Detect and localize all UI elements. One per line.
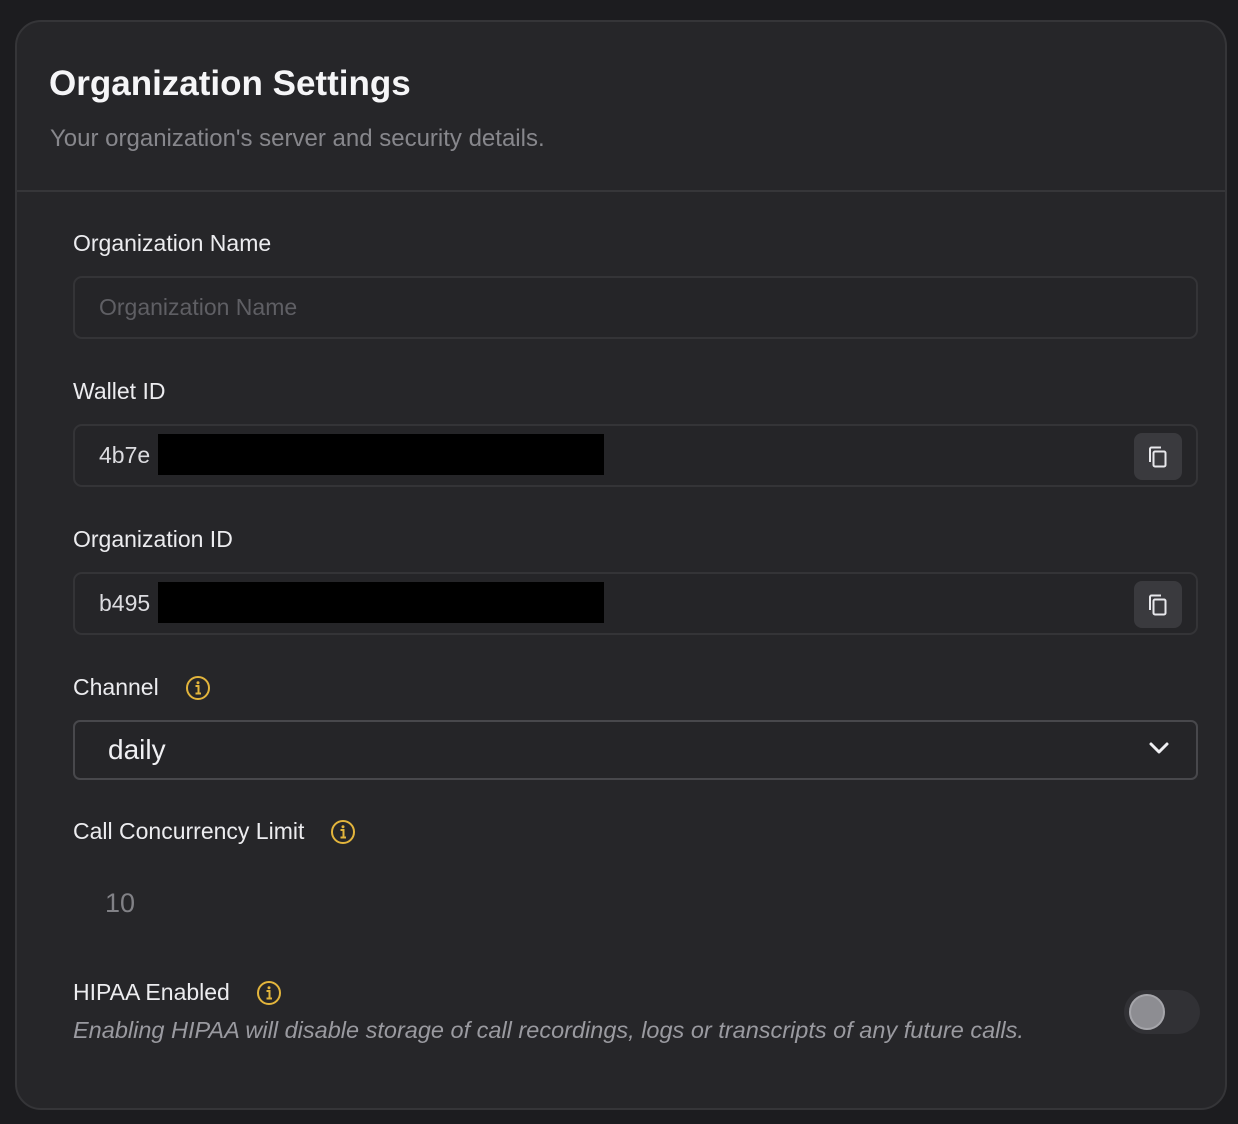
call-concurrency-limit-input[interactable]: [105, 888, 305, 919]
wallet-id-value: 4b7e: [99, 442, 151, 468]
page-subtitle: Your organization's server and security …: [50, 125, 545, 152]
copy-icon: [1149, 446, 1167, 467]
copy-wallet-id-button[interactable]: [1134, 433, 1182, 480]
organization-name-field[interactable]: [73, 276, 1198, 339]
organization-id-field: b495: [73, 572, 1198, 635]
organization-name-label-text: Organization Name: [73, 230, 272, 256]
copy-icon: [1149, 594, 1167, 615]
channel-label: Channel: [73, 674, 211, 701]
chevron-down-icon: [1149, 742, 1169, 754]
organization-settings-card: Organization Settings Your organization'…: [15, 20, 1227, 1110]
card-header: Organization Settings Your organization'…: [17, 22, 1225, 192]
wallet-id-label-text: Wallet ID: [73, 378, 166, 404]
info-icon[interactable]: [330, 819, 356, 845]
call-concurrency-limit-label-text: Call Concurrency Limit: [73, 818, 305, 844]
organization-id-redaction: [158, 582, 604, 623]
call-concurrency-limit-label: Call Concurrency Limit: [73, 818, 356, 845]
wallet-id-label: Wallet ID: [73, 378, 165, 405]
organization-id-label-text: Organization ID: [73, 526, 233, 552]
channel-label-text: Channel: [73, 674, 159, 700]
organization-name-input[interactable]: [99, 278, 1099, 337]
organization-name-label: Organization Name: [73, 230, 271, 257]
organization-id-value: b495: [99, 590, 151, 616]
hipaa-enabled-label: HIPAA Enabled: [73, 979, 282, 1006]
hipaa-enabled-label-text: HIPAA Enabled: [73, 979, 230, 1005]
hipaa-toggle-knob: [1129, 994, 1165, 1030]
info-icon[interactable]: [256, 980, 282, 1006]
organization-id-label: Organization ID: [73, 526, 233, 553]
hipaa-description: Enabling HIPAA will disable storage of c…: [73, 1017, 1024, 1043]
hipaa-toggle[interactable]: [1124, 990, 1200, 1034]
channel-select[interactable]: daily: [73, 720, 1198, 780]
page-title: Organization Settings: [49, 64, 411, 103]
wallet-id-redaction: [158, 434, 604, 475]
copy-organization-id-button[interactable]: [1134, 581, 1182, 628]
info-icon[interactable]: [185, 675, 211, 701]
wallet-id-field: 4b7e: [73, 424, 1198, 487]
channel-select-value: daily: [108, 734, 166, 765]
